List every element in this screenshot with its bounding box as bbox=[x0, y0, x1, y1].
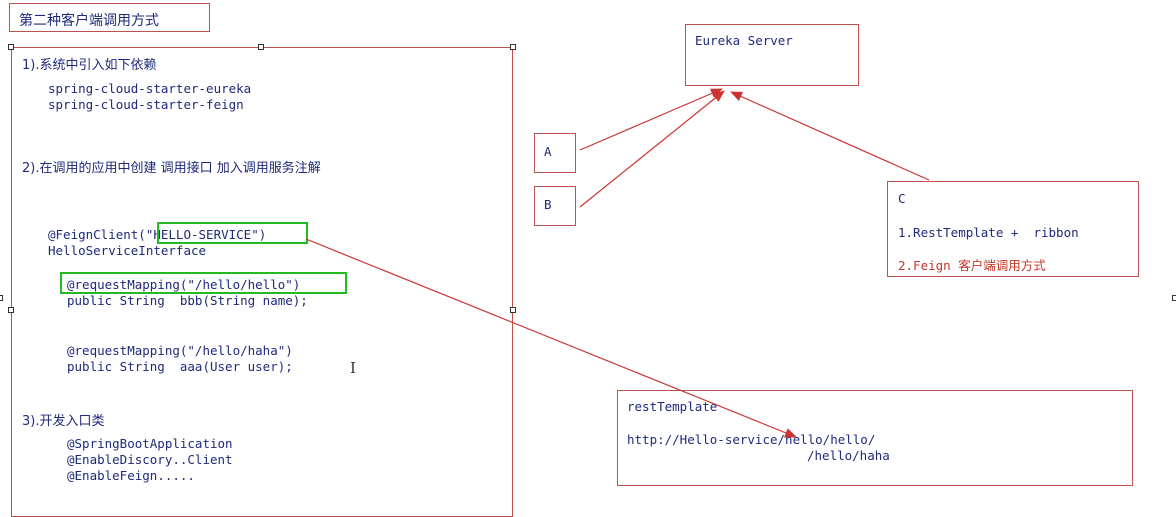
arrow-c-to-eureka bbox=[730, 91, 930, 181]
arrow-a-to-eureka bbox=[579, 88, 723, 151]
connector-arrows bbox=[305, 88, 930, 438]
arrow-b-to-eureka bbox=[579, 90, 725, 208]
arrow-feignclient-to-resttemplate bbox=[305, 238, 797, 438]
